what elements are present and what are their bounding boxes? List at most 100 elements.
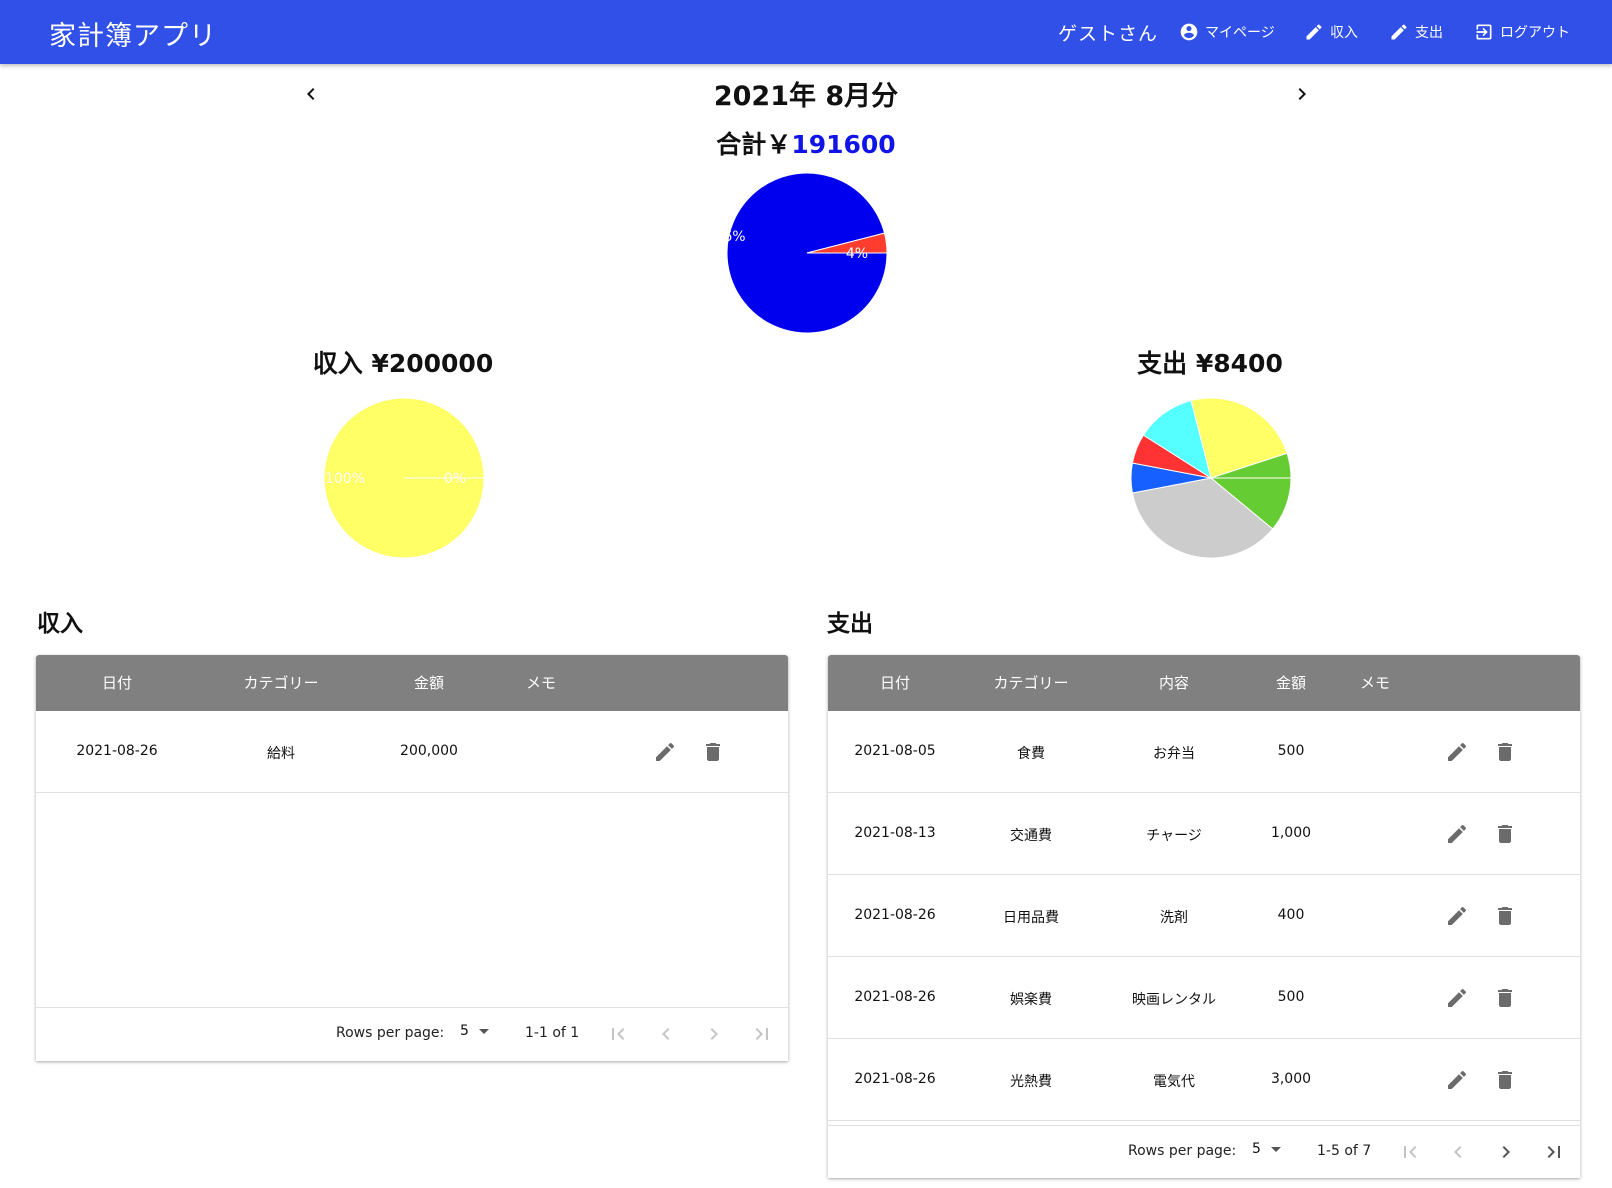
nav-logout-button[interactable]: ログアウト (1474, 19, 1570, 45)
month-navigation: 2021年 8月分 (0, 72, 1612, 118)
delete-button[interactable] (1493, 822, 1517, 846)
expense-table: 日付 カテゴリー 内容 金額 メモ 2021-08-05 食費 お弁当 500 2021… (828, 655, 1580, 1178)
column-header-date[interactable]: 日付 (880, 672, 910, 693)
first-page-button[interactable] (606, 1022, 630, 1046)
rows-per-page-label: Rows per page: (336, 1025, 445, 1041)
delete-button[interactable] (1493, 986, 1517, 1010)
pie-slice (1209, 477, 1292, 530)
edit-button[interactable] (1445, 904, 1469, 928)
cell-amount: 3,000 (1270, 1071, 1312, 1087)
nav-mypage-label: マイページ (1205, 25, 1275, 41)
pie-slice (806, 232, 888, 254)
edit-button[interactable] (1445, 1068, 1469, 1092)
previous-page-button[interactable] (1446, 1140, 1470, 1164)
pencil-icon (1448, 988, 1467, 1007)
cell-content: 映画レンタル (1132, 992, 1216, 1008)
cell-content: お弁当 (1153, 746, 1195, 762)
app-bar: 家計簿アプリ ゲストさん マイページ 収入 支出 ログアウト (0, 0, 1612, 64)
column-header-category[interactable]: カテゴリー (993, 672, 1068, 693)
previous-page-button[interactable] (654, 1022, 678, 1046)
rows-per-page-label: Rows per page: (1128, 1143, 1237, 1159)
cell-category: 給料 (267, 746, 295, 762)
column-header-date[interactable]: 日付 (102, 672, 132, 693)
income-table-pagination: Rows per page: 5 1-1 of 1 (36, 1007, 788, 1060)
column-header-amount[interactable]: 金額 (1276, 672, 1306, 693)
pagination-range: 1-1 of 1 (525, 1025, 580, 1041)
cell-category: 食費 (1017, 746, 1045, 762)
first-page-icon (612, 1028, 625, 1040)
edit-button[interactable] (1445, 986, 1469, 1010)
column-header-content[interactable]: 内容 (1159, 672, 1189, 693)
next-page-button[interactable] (1494, 1140, 1518, 1164)
trash-icon (1498, 989, 1512, 1007)
trash-icon (1498, 825, 1512, 843)
income-summary-title: 収入 ¥200000 (312, 349, 494, 378)
chevron-right-icon (710, 1028, 718, 1040)
trash-icon (1498, 743, 1512, 761)
column-header-category[interactable]: カテゴリー (243, 672, 318, 693)
cell-category: 交通費 (1010, 828, 1052, 844)
nav-expense-button[interactable]: 支出 (1389, 19, 1443, 45)
total-summary: 合計￥191600 (0, 125, 1612, 161)
pencil-icon (1448, 742, 1467, 761)
expense-section-title: 支出 (827, 611, 873, 637)
cell-content: チャージ (1146, 828, 1202, 844)
delete-button[interactable] (1493, 740, 1517, 764)
cell-date: 2021-08-26 (854, 989, 936, 1005)
dropdown-arrow-icon (478, 1028, 489, 1034)
cell-amount: 500 (1277, 743, 1305, 759)
cell-date: 2021-08-26 (854, 1071, 936, 1087)
expense-table-pagination: Rows per page: 5 1-5 of 7 (828, 1125, 1580, 1178)
user-name: ゲストさん (1058, 23, 1159, 45)
table-row: 2021-08-26 娯楽費 映画レンタル 500 (828, 958, 1580, 1039)
table-row: 2021-08-26 日用品費 洗剤 400 (828, 876, 1580, 957)
pie-slice (1190, 397, 1288, 479)
total-amount: 191600 (791, 130, 896, 159)
pencil-icon (1391, 24, 1407, 40)
trash-icon (1498, 907, 1512, 925)
first-page-button[interactable] (1398, 1140, 1422, 1164)
last-page-icon (755, 1028, 768, 1040)
pie-slice (1142, 399, 1212, 480)
rows-per-page-select[interactable]: 5 (460, 1023, 489, 1039)
rows-per-page-value: 5 (1252, 1141, 1261, 1157)
next-page-button[interactable] (702, 1022, 726, 1046)
edit-button[interactable] (1445, 740, 1469, 764)
pencil-icon (1448, 1070, 1467, 1089)
column-header-memo[interactable]: メモ (1360, 672, 1390, 693)
next-month-button[interactable] (1290, 82, 1314, 106)
dropdown-arrow-icon (1270, 1146, 1281, 1152)
cell-amount: 200,000 (400, 743, 458, 759)
pie-slice (323, 397, 485, 559)
nav-income-button[interactable]: 収入 (1304, 19, 1358, 45)
delete-button[interactable] (1493, 904, 1517, 928)
logout-icon (1476, 24, 1492, 40)
cell-amount: 500 (1277, 989, 1305, 1005)
nav-expense-label: 支出 (1415, 25, 1443, 41)
cell-date: 2021-08-05 (854, 743, 936, 759)
app-title[interactable]: 家計簿アプリ (49, 14, 217, 53)
column-header-memo[interactable]: メモ (526, 672, 556, 693)
expense-summary-title: 支出 ¥8400 (1137, 349, 1283, 378)
delete-button[interactable] (701, 740, 725, 764)
income-table-header: 日付 カテゴリー 金額 メモ (36, 655, 788, 711)
first-page-icon (1404, 1146, 1417, 1158)
rows-per-page-value: 5 (460, 1023, 469, 1039)
table-row: 2021-08-05 食費 お弁当 500 (828, 712, 1580, 793)
nav-mypage-button[interactable]: マイページ (1179, 19, 1275, 45)
nav-income-label: 収入 (1330, 25, 1358, 41)
chevron-left-icon (1454, 1146, 1462, 1158)
delete-button[interactable] (1493, 1068, 1517, 1092)
column-header-amount[interactable]: 金額 (414, 672, 444, 693)
table-row: 2021-08-26 光熱費 電気代 3,000 (828, 1040, 1580, 1121)
cell-date: 2021-08-26 (854, 907, 936, 923)
nav-logout-label: ログアウト (1500, 25, 1570, 41)
edit-button[interactable] (653, 740, 677, 764)
pencil-icon (1306, 24, 1322, 40)
edit-button[interactable] (1445, 822, 1469, 846)
cell-content: 電気代 (1153, 1074, 1195, 1090)
rows-per-page-select[interactable]: 5 (1252, 1141, 1281, 1157)
chevron-right-icon (1298, 88, 1306, 100)
last-page-button[interactable] (1542, 1140, 1566, 1164)
last-page-button[interactable] (750, 1022, 774, 1046)
